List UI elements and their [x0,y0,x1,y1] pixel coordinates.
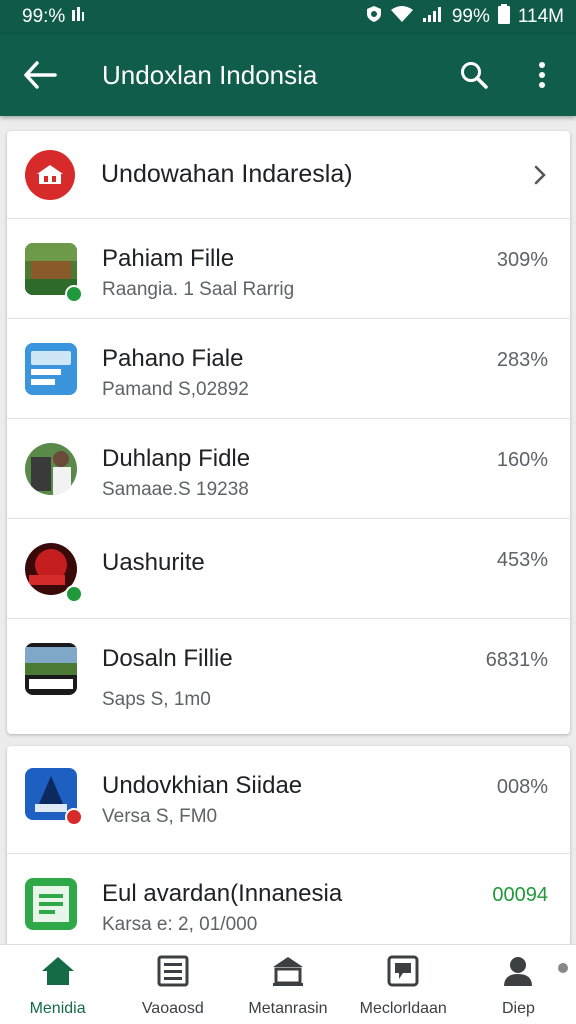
search-icon[interactable] [440,34,508,116]
item-percent: 6831% [485,649,548,671]
arrow-back-icon[interactable] [0,34,80,116]
item-name: Dosaln Fillie [102,645,233,672]
nav-item-profile[interactable]: Diep [461,945,576,1024]
list-item[interactable]: Undovkhian Siidae Versa S, FM0 008% [7,746,570,854]
files-card-2: Undovkhian Siidae Versa S, FM0 008% Eul … [7,746,570,946]
file-thumbnail-icon [25,343,77,395]
list-item[interactable]: Duhlanp Fidle Samaae.S 19238 160% [7,419,570,519]
list-item[interactable]: Dosaln Fillie Saps S, 1m0 6831% [7,619,570,733]
nav-label: Metanrasin [248,1000,328,1017]
image-icon [387,955,419,992]
item-name: Uashurite [102,549,205,576]
nav-label: Vaoaosd [141,1000,204,1017]
card-header[interactable]: Undowahan Indaresla) [7,131,570,219]
home-icon [40,955,76,992]
sim-icon [71,6,85,28]
item-percent: 283% [496,349,548,371]
item-subtitle: Raangia. 1 Saal Rarrig [102,279,295,300]
nav-label: Meclorldaan [359,1000,447,1017]
nav-item-bank[interactable]: Metanrasin [230,945,345,1024]
item-subtitle: Saps S, 1m0 [102,689,211,710]
header-title: Undowahan Indaresla) [101,160,353,188]
app-logo-icon [25,149,75,200]
list-item[interactable]: Eul avardan(Innanesia Karsa e: 2, 01/000… [7,854,570,946]
status-bar: 99:% 99% 114M [0,0,576,34]
bottom-navigation: Menidia Vaoaosd Metanrasin Meclorldaan D… [0,944,576,1024]
person-icon [502,955,534,992]
item-name: Pahiam Fille [102,245,235,272]
item-subtitle: Samaae.S 19238 [102,479,249,500]
file-thumbnail-icon [25,643,77,695]
shield-icon [366,5,382,29]
more-vert-icon[interactable] [508,34,576,116]
item-name: Eul avardan(Innanesia [102,880,343,907]
status-time: 99:% [22,6,66,27]
item-subtitle: Karsa e: 2, 01/000 [102,914,258,935]
app-bar: Undoxlan Indonsia [0,34,576,116]
network-speed: 114M [517,6,564,27]
item-percent: 453% [496,549,548,571]
item-subtitle: Pamand S,02892 [102,379,249,400]
item-percent: 00094 [492,884,548,906]
file-thumbnail-icon [25,878,77,930]
nav-item-image[interactable]: Meclorldaan [346,945,461,1024]
item-name: Duhlanp Fidle [102,445,251,472]
nav-label: Diep [501,1000,535,1017]
battery-percent: 99% [451,6,490,27]
item-percent: 309% [496,249,548,271]
list-icon [157,955,189,992]
nav-label: Menidia [29,1000,86,1017]
item-percent: 160% [496,449,548,471]
battery-icon [497,4,510,30]
item-name: Undovkhian Siidae [102,772,303,799]
wifi-icon [390,5,414,29]
chevron-right-icon[interactable] [510,164,570,186]
item-name: Pahano Fiale [102,345,244,372]
item-subtitle: Versa S, FM0 [102,806,218,827]
list-item[interactable]: Pahano Fiale Pamand S,02892 283% [7,319,570,419]
nav-item-list[interactable]: Vaoaosd [115,945,230,1024]
page-title: Undoxlan Indonsia [102,59,318,90]
files-card: Undowahan Indaresla) Pahiam Fille Raangi… [7,131,570,734]
item-percent: 008% [496,776,548,798]
notification-dot [558,963,569,973]
file-thumbnail-icon [25,443,77,495]
list-item[interactable]: Uashurite 453% [7,519,570,619]
list-item[interactable]: Pahiam Fille Raangia. 1 Saal Rarrig 309% [7,219,570,319]
bank-icon [271,955,305,992]
signal-icon [422,5,444,29]
nav-item-home[interactable]: Menidia [0,945,115,1024]
